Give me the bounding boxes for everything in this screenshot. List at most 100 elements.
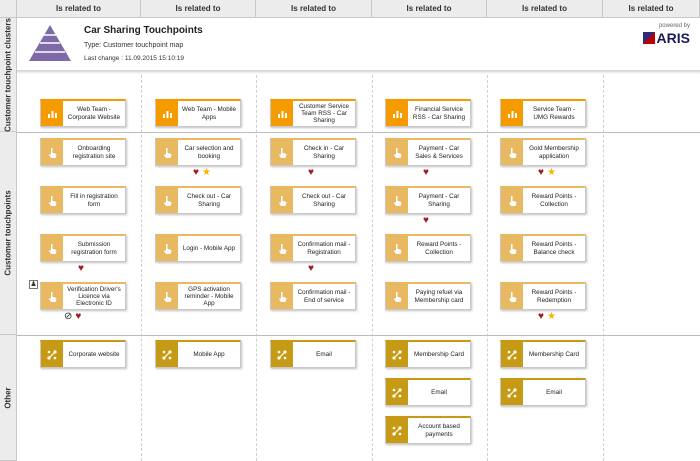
- column-header-6[interactable]: Is related to: [603, 0, 700, 18]
- bar-chart-icon: [501, 101, 523, 126]
- aris-brand-name: ARIS: [656, 30, 690, 46]
- column-header-5[interactable]: Is related to: [487, 0, 603, 18]
- touchpoint-rating: ♥: [78, 264, 84, 274]
- org-unit-node[interactable]: Web Team - Corporate Website: [40, 99, 126, 127]
- channel-node-label: Account based payments: [418, 423, 460, 438]
- org-unit-node[interactable]: Customer Service Team RSS - Car Sharing: [270, 99, 356, 127]
- touchpoint-node[interactable]: Submission registration form: [40, 234, 126, 262]
- hand-pointer-icon: [501, 140, 523, 165]
- heart-icon: ♥: [423, 215, 429, 226]
- channel-node[interactable]: Membership Card: [500, 340, 586, 368]
- star-icon: ★: [201, 167, 211, 178]
- touchpoint-node[interactable]: Gold Membership application: [500, 138, 586, 166]
- org-unit-node[interactable]: Financial Service RSS - Car Sharing: [385, 99, 471, 127]
- person-attribute-icon[interactable]: ♟: [29, 280, 38, 289]
- org-unit-node-label: Web Team - Corporate Website: [67, 106, 121, 121]
- touchpoint-node[interactable]: Payment - Car Sales & Services: [385, 138, 471, 166]
- org-unit-node[interactable]: Service Team - UMG Rewards: [500, 99, 586, 127]
- channel-node[interactable]: Email: [270, 340, 356, 368]
- title-shadow: [17, 70, 700, 74]
- touchpoint-node[interactable]: Reward Points - Redemption: [500, 282, 586, 310]
- touchpoint-node-label: Login - Mobile App: [182, 244, 236, 252]
- touchpoint-node[interactable]: Verification Driver's Licence via Electr…: [40, 282, 126, 310]
- channel-network-icon: [156, 342, 178, 367]
- bar-chart-icon: [41, 101, 63, 126]
- no-entry-icon: ⊘: [64, 311, 73, 322]
- touchpoint-rating: ♥: [423, 168, 429, 178]
- touchpoint-node-label: Paying refuel via Membership card: [414, 289, 464, 304]
- hand-pointer-icon: [41, 188, 63, 213]
- column-header-1[interactable]: Is related to: [17, 0, 141, 18]
- heart-icon: ♥: [538, 311, 544, 322]
- touchpoint-node[interactable]: Check out - Car Sharing: [270, 186, 356, 214]
- channel-node[interactable]: Account based payments: [385, 416, 471, 444]
- row-divider: [17, 335, 700, 336]
- channel-node-label: Email: [431, 388, 447, 396]
- org-unit-node-label: Service Team - UMG Rewards: [533, 106, 575, 121]
- heart-icon: ♥: [193, 167, 199, 178]
- channel-network-icon: [501, 342, 523, 367]
- hand-pointer-icon: [271, 188, 293, 213]
- channel-network-icon: [386, 418, 408, 443]
- aris-mark-icon: [642, 32, 655, 44]
- touchpoint-node[interactable]: Car selection and booking: [155, 138, 241, 166]
- channel-node[interactable]: Corporate website: [40, 340, 126, 368]
- touchpoint-rating: ♥: [308, 264, 314, 274]
- hand-pointer-icon: [386, 188, 408, 213]
- touchpoint-node[interactable]: Paying refuel via Membership card: [385, 282, 471, 310]
- channel-node[interactable]: Mobile App: [155, 340, 241, 368]
- touchpoint-rating: ♥: [423, 216, 429, 226]
- pyramid-logo-icon: [29, 25, 71, 61]
- heart-icon: ♥: [78, 263, 84, 274]
- touchpoint-node[interactable]: Reward Points - Collection: [385, 234, 471, 262]
- touchpoint-node-label: Confirmation mail - End of service: [297, 289, 351, 304]
- channel-node[interactable]: Email: [385, 378, 471, 406]
- channel-network-icon: [386, 342, 408, 367]
- row-label-other[interactable]: Other: [0, 335, 17, 461]
- channel-network-icon: [271, 342, 293, 367]
- hand-pointer-icon: [501, 284, 523, 309]
- heart-icon: ♥: [308, 167, 314, 178]
- heart-icon: ♥: [308, 263, 314, 274]
- touchpoint-rating: ♥ ★: [193, 168, 211, 178]
- channel-node[interactable]: Email: [500, 378, 586, 406]
- touchpoint-node[interactable]: Onboarding registration site: [40, 138, 126, 166]
- row-label-clusters[interactable]: Customer touchpoint clusters: [0, 18, 17, 132]
- touchpoint-node-label: Confirmation mail - Registration: [297, 241, 351, 256]
- hand-pointer-icon: [386, 284, 408, 309]
- touchpoint-node-label: Check out - Car Sharing: [186, 193, 232, 208]
- model-title: Car Sharing Touchpoints: [84, 25, 203, 36]
- touchpoint-node-label: Reward Points - Collection: [416, 241, 462, 256]
- org-unit-node[interactable]: Web Team - Mobile Apps: [155, 99, 241, 127]
- hand-pointer-icon: [41, 236, 63, 261]
- row-label-touchpoints[interactable]: Customer touchpoints: [0, 132, 17, 335]
- touchpoint-node-label: Check in - Car Sharing: [303, 145, 345, 160]
- touchpoint-node[interactable]: Payment - Car Sharing: [385, 186, 471, 214]
- touchpoint-node-label: Payment - Car Sharing: [418, 193, 460, 208]
- touchpoint-node[interactable]: Fill in registration form: [40, 186, 126, 214]
- aris-logo: ARIS: [642, 30, 690, 46]
- row-label-clusters-text: Customer touchpoint clusters: [3, 17, 13, 132]
- column-header-4[interactable]: Is related to: [372, 0, 487, 18]
- column-header-2[interactable]: Is related to: [141, 0, 256, 18]
- hand-pointer-icon: [501, 188, 523, 213]
- hand-pointer-icon: [156, 140, 178, 165]
- channel-node-label: Membership Card: [528, 350, 580, 358]
- touchpoint-node-label: Check out - Car Sharing: [301, 193, 347, 208]
- touchpoint-node[interactable]: Confirmation mail - End of service: [270, 282, 356, 310]
- touchpoint-node[interactable]: Check out - Car Sharing: [155, 186, 241, 214]
- touchpoint-rating: ♥ ★: [538, 168, 556, 178]
- touchpoint-node[interactable]: Confirmation mail - Registration: [270, 234, 356, 262]
- hand-pointer-icon: [386, 140, 408, 165]
- touchpoint-node[interactable]: Reward Points - Collection: [500, 186, 586, 214]
- touchpoint-node[interactable]: Reward Points - Balance check: [500, 234, 586, 262]
- touchpoint-node[interactable]: GPS activation reminder - Mobile App: [155, 282, 241, 310]
- hand-pointer-icon: [156, 284, 178, 309]
- column-header-3[interactable]: Is related to: [256, 0, 372, 18]
- hand-pointer-icon: [501, 236, 523, 261]
- touchpoint-node[interactable]: Check in - Car Sharing: [270, 138, 356, 166]
- touchpoint-node[interactable]: Login - Mobile App: [155, 234, 241, 262]
- channel-node-label: Corporate website: [68, 350, 120, 358]
- channel-node[interactable]: Membership Card: [385, 340, 471, 368]
- org-unit-node-label: Web Team - Mobile Apps: [181, 106, 236, 121]
